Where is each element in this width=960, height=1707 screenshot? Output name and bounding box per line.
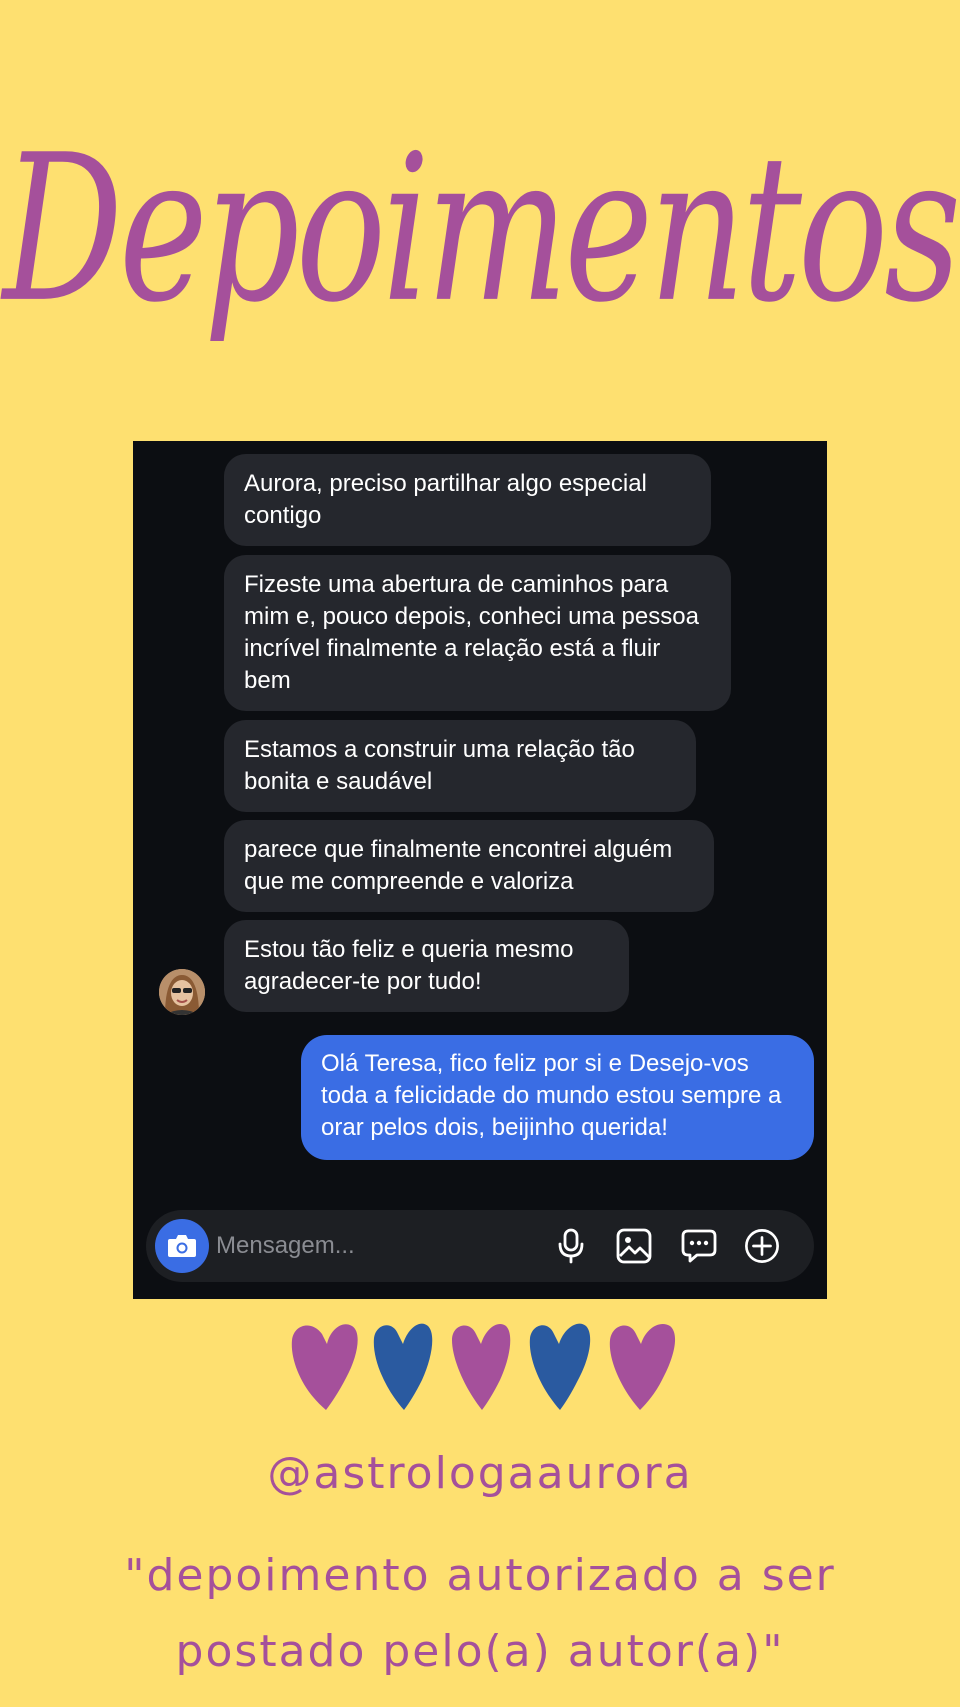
disclaimer-line: "depoimento autorizado a ser — [124, 1550, 836, 1601]
chat-screenshot: Aurora, preciso partilhar algo especial … — [133, 441, 827, 1299]
disclaimer-line: postado pelo(a) autor(a)" — [175, 1626, 785, 1677]
image-icon — [616, 1228, 652, 1264]
incoming-message: Fizeste uma abertura de caminhos para mi… — [224, 555, 731, 711]
hearts-decoration — [291, 1323, 676, 1410]
incoming-message: Aurora, preciso partilhar algo especial … — [224, 454, 711, 546]
message-composer — [146, 1210, 814, 1282]
sticker-button[interactable] — [681, 1228, 717, 1264]
sticker-icon — [681, 1229, 717, 1263]
message-input[interactable] — [216, 1226, 506, 1266]
add-icon — [745, 1229, 779, 1263]
microphone-button[interactable] — [553, 1228, 589, 1264]
microphone-icon — [558, 1228, 584, 1264]
camera-button[interactable] — [155, 1219, 209, 1273]
disclaimer-text: "depoimento autorizado a ser postado pel… — [0, 1538, 960, 1690]
heart-icon — [609, 1324, 676, 1410]
camera-icon — [168, 1235, 196, 1257]
gallery-button[interactable] — [616, 1228, 652, 1264]
page-title: Depoimentos — [2, 112, 960, 348]
incoming-message: Estamos a construir uma relação tão boni… — [224, 720, 696, 812]
add-button[interactable] — [744, 1228, 780, 1264]
avatar[interactable] — [159, 969, 205, 1015]
heart-icon — [529, 1323, 591, 1410]
instagram-handle: @astrologaaurora — [267, 1448, 693, 1499]
heart-icon — [291, 1324, 358, 1410]
heart-icon — [373, 1323, 433, 1410]
heart-icon — [452, 1324, 511, 1410]
incoming-message: Estou tão feliz e queria mesmo agradecer… — [224, 920, 629, 1012]
outgoing-message: Olá Teresa, fico feliz por si e Desejo-v… — [301, 1035, 814, 1160]
incoming-message: parece que finalmente encontrei alguém q… — [224, 820, 714, 912]
